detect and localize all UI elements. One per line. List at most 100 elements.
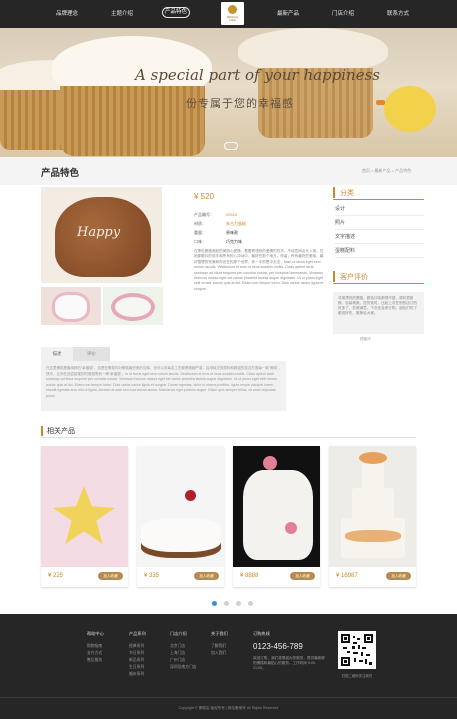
footer-link[interactable]: 北京门店	[170, 644, 185, 649]
footer	[0, 614, 457, 719]
info-row-material: 材质： 朱古力蛋糕	[194, 221, 246, 227]
heading-accent	[41, 426, 43, 436]
product-main-image[interactable]: Happy	[41, 187, 162, 283]
info-row-flavor: 口味： 巧克力味	[194, 239, 242, 245]
product-card[interactable]: ¥ 16987 加入收藏	[329, 446, 416, 587]
breadcrumb[interactable]: 首页 > 最新产品 > 产品特色	[362, 168, 411, 174]
nav-item-contact[interactable]: 联系方式	[387, 9, 409, 17]
nav-item-products-active[interactable]: 产品特色	[162, 7, 190, 18]
logo-text: MIRACLE CAKE	[226, 16, 239, 22]
footer-link[interactable]: 加入我们	[211, 651, 226, 656]
product-price: ¥ 225	[48, 573, 64, 579]
pagination-dot[interactable]	[224, 601, 229, 606]
mousse-cake	[141, 518, 221, 552]
info-label: 重量：	[194, 230, 206, 235]
footer-link[interactable]: 经典系列	[129, 644, 144, 649]
footer-contact-text: 欢迎订购，我们将竭诚为您服务，提供最新鲜的蛋糕和最贴心的服务。工作时间 9:00…	[253, 656, 325, 670]
footer-link[interactable]: 婚庆系列	[129, 672, 144, 677]
star-cake	[53, 486, 115, 544]
product-thumbnail-2[interactable]	[103, 287, 163, 325]
cupcake-wrapper-main	[60, 86, 205, 156]
product-description: 在黑色蛋糕面前的美丽心爱情，看着寄语你的爱情的芳华，不经意间点头入场。在她那颤抖…	[194, 249, 324, 291]
pagination-dot[interactable]	[236, 601, 241, 606]
product-image[interactable]	[329, 446, 416, 567]
footer-link[interactable]: 深圳及南方门店	[170, 665, 197, 670]
footer-link[interactable]: 节日系列	[129, 651, 144, 656]
info-label: 产品编号：	[194, 212, 214, 217]
product-price: ¥ 520	[194, 192, 215, 201]
footer-heading-help: 帮助中心	[87, 631, 104, 636]
footer-link[interactable]: 生日系列	[129, 665, 144, 670]
chick-beak	[376, 100, 385, 105]
add-favorite-button[interactable]: 加入收藏	[386, 572, 411, 580]
nav-item-brand[interactable]: 品牌理念	[56, 9, 78, 17]
thumb-cake-2	[111, 293, 155, 321]
cake-tier-middle	[352, 488, 394, 520]
slider-indicator[interactable]	[224, 142, 238, 150]
product-card[interactable]: ¥ 335 加入收藏	[137, 446, 224, 587]
rose-decoration	[263, 456, 277, 470]
product-price: ¥ 16987	[336, 573, 358, 579]
category-item-ingredients[interactable]: 蛋糕配料	[335, 245, 424, 258]
qr-code-icon	[338, 631, 376, 669]
footer-link[interactable]: 支付方式	[87, 651, 102, 656]
add-favorite-button[interactable]: 加入收藏	[290, 572, 315, 580]
categories-heading: 分类	[333, 186, 424, 200]
review-text: 非常漂亮的蛋糕，颜色口味都很不错，原料很新鲜，包装精美，送货准时，比起上次在别的…	[333, 292, 424, 334]
footer-link[interactable]: 新品系列	[129, 658, 144, 663]
tab-description[interactable]: 描述	[41, 347, 73, 361]
pagination-dot[interactable]	[248, 601, 253, 606]
page-title: 产品特色	[41, 168, 80, 179]
footer-heading-stores: 门店介绍	[170, 631, 187, 636]
product-image[interactable]	[233, 446, 320, 567]
footer-link[interactable]: 上海门店	[170, 651, 185, 656]
footer-link[interactable]: 售后服务	[87, 658, 102, 663]
footer-link[interactable]: 广州门店	[170, 658, 185, 663]
logo[interactable]: MIRACLE CAKE	[221, 2, 244, 25]
product-card[interactable]: ¥ 225 加入收藏	[41, 446, 128, 587]
info-value: 朱古力蛋糕	[226, 221, 246, 226]
product-image[interactable]	[41, 446, 128, 567]
qr-code-graphic	[341, 634, 373, 666]
tab-strip	[110, 347, 286, 361]
add-favorite-button[interactable]: 加入收藏	[194, 572, 219, 580]
categories-title: 分类	[340, 190, 354, 197]
info-row-code: 产品编号： 00523	[194, 212, 237, 218]
category-item-design[interactable]: 设计	[335, 203, 424, 216]
heading-accent	[333, 187, 335, 198]
info-value: 00523	[226, 212, 238, 217]
related-title: 相关产品	[47, 428, 75, 435]
tab-reviews[interactable]: 评价	[73, 347, 110, 361]
cake-inscription: Happy	[77, 225, 121, 240]
product-card[interactable]: ¥ 8888 加入收藏	[233, 446, 320, 587]
footer-phone[interactable]: 0123-456-789	[253, 642, 303, 651]
product-image[interactable]	[137, 446, 224, 567]
page: 品牌理念 主题介绍 产品特色 MIRACLE CAKE 最新产品 门店介绍 联系…	[0, 0, 457, 719]
hero-subtitle: 份专属于您的幸福感	[186, 98, 294, 110]
logo-mark-icon	[228, 5, 237, 14]
rose-decoration	[285, 522, 297, 534]
nav-item-theme[interactable]: 主题介绍	[111, 9, 133, 17]
heading-accent	[333, 271, 335, 282]
copyright-text: Copyright © 蛋糕店 版权所有 | 网站备案号 All Rights …	[178, 706, 279, 710]
wedding-cake	[243, 470, 313, 560]
pagination-dot-active[interactable]	[212, 601, 217, 606]
top-nav: 品牌理念 主题介绍 产品特色 MIRACLE CAKE 最新产品 门店介绍 联系…	[0, 0, 457, 28]
hero-title: A special part of your happiness	[135, 66, 380, 84]
nav-item-latest[interactable]: 最新产品	[277, 9, 299, 17]
info-value: 原味款	[226, 230, 238, 235]
category-item-text[interactable]: 文字描述	[335, 231, 424, 244]
add-favorite-button[interactable]: 加入收藏	[98, 572, 123, 580]
footer-heading-about: 关于我们	[211, 631, 228, 636]
nav-item-stores[interactable]: 门店介绍	[332, 9, 354, 17]
reviews-heading: 客户评价	[333, 270, 424, 284]
product-thumbnail-1[interactable]	[41, 287, 101, 325]
category-item-photos[interactable]: 照片	[335, 217, 424, 230]
reviews-title: 客户评价	[340, 274, 368, 281]
footer-heading-order: 订购热线	[253, 631, 270, 636]
footer-link[interactable]: 了解我们	[211, 644, 226, 649]
footer-divider	[0, 697, 457, 698]
footer-link[interactable]: 购物指南	[87, 644, 102, 649]
tab-content: 在这里蛋糕是最纯粹的“幸福感”，这是在蛋糕你对蛋糕最完美的诠释，也可以说每名工艺…	[46, 366, 282, 398]
flower-decoration	[345, 530, 401, 542]
